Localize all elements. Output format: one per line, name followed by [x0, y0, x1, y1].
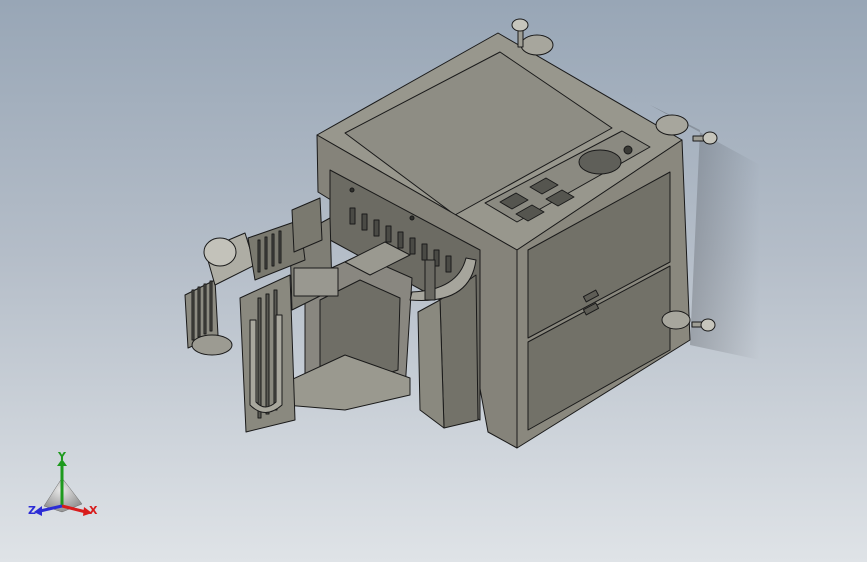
right-column-side — [417, 299, 445, 429]
z-axis-label: Z — [28, 504, 36, 517]
foot-knob-icon — [702, 131, 718, 145]
gripper-fins — [257, 289, 278, 419]
top-bracket — [293, 267, 339, 297]
foot-knob-icon — [511, 18, 529, 32]
dial-icon[interactable] — [578, 149, 622, 175]
caster-wheel-icon — [520, 34, 554, 56]
motor-cap-icon — [203, 237, 237, 267]
indicator-light-icon — [623, 145, 633, 155]
x-axis-label: X — [89, 504, 98, 517]
coordinate-triad: Y X Z — [26, 448, 106, 524]
right-column — [439, 274, 479, 429]
screw-icon — [349, 187, 355, 193]
y-axis-label: Y — [58, 450, 66, 463]
left-roller-icon — [191, 334, 233, 356]
caster-wheel-icon — [655, 114, 689, 136]
machine-model[interactable] — [0, 0, 867, 562]
screw-icon — [409, 215, 415, 221]
foot-knob-icon — [700, 318, 716, 332]
cad-viewport[interactable]: Y X Z — [0, 0, 867, 562]
caster-wheel-icon — [661, 310, 691, 330]
